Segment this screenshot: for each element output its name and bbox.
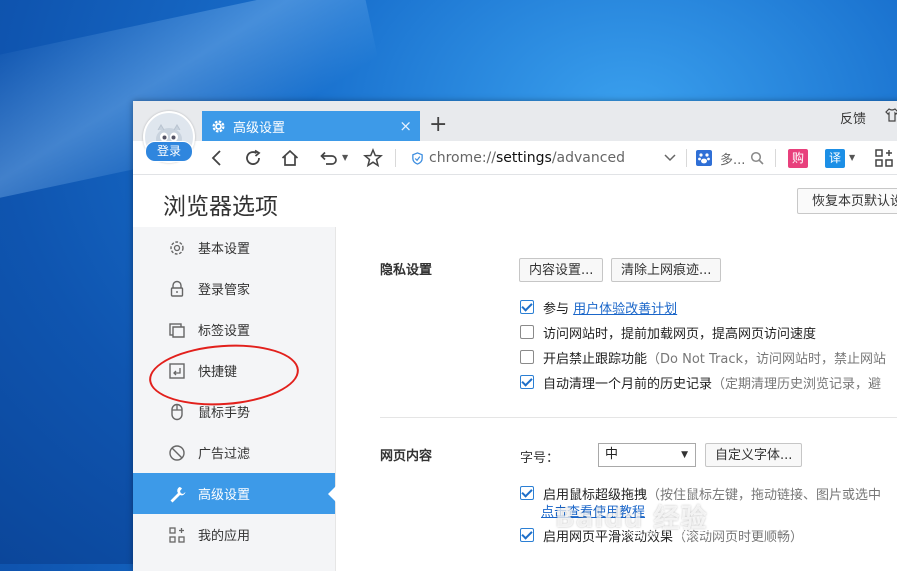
sidebar-item-label: 高级设置 <box>198 488 251 503</box>
url-scheme: chrome:// <box>429 150 496 166</box>
url-host: settings <box>496 150 552 166</box>
navigation-toolbar: ▼ chrome://settings/advanced 多... 购 译 ▼ <box>133 141 897 175</box>
mouse-icon <box>171 403 183 420</box>
option-hint: （定期清理历史浏览记录，避 <box>712 376 882 392</box>
checkbox[interactable] <box>520 350 534 364</box>
sidebar-item-mouse-gestures[interactable]: 鼠标手势 <box>133 391 335 432</box>
toolbar-divider <box>686 149 687 167</box>
tab-advanced-settings[interactable]: 高级设置 × <box>202 111 420 141</box>
font-size-label: 字号： <box>520 451 560 466</box>
ux-plan-link[interactable]: 用户体验改善计划 <box>573 298 677 317</box>
watermark-url: jingyan.baidu.com <box>620 527 722 540</box>
option-text: 访问网站时，提前加载网页，提高网页访问速度 <box>543 326 817 342</box>
refresh-icon[interactable] <box>243 148 263 168</box>
option-hint: （Do Not Track，访问网站时，禁止网站 <box>647 351 887 367</box>
tab-close-icon[interactable]: × <box>399 117 412 135</box>
sidebar-item-tab-settings[interactable]: 标签设置 <box>133 309 335 350</box>
font-size-value: 中 <box>605 447 619 462</box>
checkbox[interactable] <box>520 375 534 389</box>
browser-window: 高级设置 × + 反馈 登录 ▼ chrome:// settings /adv… <box>133 101 897 571</box>
section-divider <box>380 417 897 418</box>
tabs-icon <box>169 322 185 338</box>
privacy-option-ux-plan: 参与 用户体验改善计划 <box>520 298 677 317</box>
shopping-icon[interactable]: 购 <box>788 149 808 168</box>
toolbar-divider <box>775 149 776 167</box>
sidebar-item-label: 我的应用 <box>198 529 251 544</box>
gear-icon <box>212 120 225 132</box>
privacy-option-auto-clear-history: 自动清理一个月前的历史记录 （定期清理历史浏览记录，避 <box>520 373 882 392</box>
sidebar-item-label: 鼠标手势 <box>198 406 251 421</box>
search-engine-label[interactable]: 多... <box>720 149 745 168</box>
sidebar-item-label: 广告过滤 <box>198 447 251 462</box>
option-text: 自动清理一个月前的历史记录 <box>543 376 713 392</box>
web-content-section-title: 网页内容 <box>380 449 433 464</box>
sidebar-item-label: 快捷键 <box>198 365 238 380</box>
block-icon <box>169 444 185 461</box>
new-tab-button[interactable]: + <box>429 113 447 137</box>
font-size-select[interactable]: 中 ▼ <box>598 443 696 467</box>
chevron-down-icon[interactable] <box>663 152 677 164</box>
feedback-button[interactable]: 反馈 <box>840 108 866 127</box>
chevron-down-icon[interactable]: ▼ <box>342 153 348 162</box>
sidebar-item-basic-settings[interactable]: 基本设置 <box>133 227 335 268</box>
title-bar: 高级设置 × + 反馈 <box>133 101 897 141</box>
page-title: 浏览器选项 <box>163 194 278 220</box>
settings-header: 浏览器选项 恢复本页默认设 <box>133 175 897 227</box>
sidebar-item-login-manager[interactable]: 登录管家 <box>133 268 335 309</box>
checkbox[interactable] <box>520 528 534 542</box>
option-text: 开启禁止跟踪功能 <box>543 351 648 367</box>
home-icon[interactable] <box>280 148 300 168</box>
content-settings-button[interactable]: 内容设置... <box>519 258 604 282</box>
apps-grid-icon <box>169 526 185 543</box>
gear-icon <box>170 240 184 255</box>
clear-history-button[interactable]: 清除上网痕迹... <box>611 258 722 282</box>
translate-icon[interactable]: 译 <box>825 149 845 168</box>
sidebar-item-label: 登录管家 <box>198 283 251 298</box>
privacy-section-title: 隐私设置 <box>380 263 433 278</box>
back-icon[interactable] <box>207 148 227 168</box>
sidebar-item-label: 标签设置 <box>198 324 251 339</box>
checkbox[interactable] <box>520 300 534 314</box>
paw-search-icon[interactable] <box>696 150 712 166</box>
tab-title: 高级设置 <box>233 120 286 136</box>
url-path: /advanced <box>551 150 625 166</box>
apps-grid-icon[interactable] <box>874 148 894 168</box>
chevron-down-icon: ▼ <box>681 450 688 460</box>
lock-icon <box>170 280 184 297</box>
settings-sidebar: 基本设置 登录管家 标签设置 快捷键 鼠标手势 广告过滤 高级设置 我的应用 <box>133 227 336 571</box>
sidebar-item-label: 基本设置 <box>198 242 251 257</box>
toolbar-divider <box>395 149 396 167</box>
sidebar-item-shortcuts[interactable]: 快捷键 <box>133 350 335 391</box>
shield-icon <box>412 152 423 165</box>
login-button[interactable]: 登录 <box>145 141 193 162</box>
star-icon[interactable] <box>363 148 383 168</box>
wrench-icon <box>170 486 186 502</box>
privacy-option-preload: 访问网站时，提前加载网页，提高网页访问速度 <box>520 323 817 342</box>
checkbox[interactable] <box>520 325 534 339</box>
keyboard-shortcut-icon <box>169 362 185 379</box>
sidebar-item-my-apps[interactable]: 我的应用 <box>133 514 335 555</box>
privacy-option-do-not-track: 开启禁止跟踪功能 （Do Not Track，访问网站时，禁止网站 <box>520 348 887 367</box>
search-icon[interactable] <box>750 151 764 165</box>
reset-defaults-button[interactable]: 恢复本页默认设 <box>797 188 897 214</box>
sidebar-item-advanced-settings[interactable]: 高级设置 <box>133 473 336 514</box>
option-text: 参与 <box>543 301 574 317</box>
sidebar-item-ad-filter[interactable]: 广告过滤 <box>133 432 335 473</box>
chevron-down-icon[interactable]: ▼ <box>849 153 855 162</box>
undo-close-tab-icon[interactable] <box>317 148 337 168</box>
checkbox[interactable] <box>520 486 534 500</box>
custom-font-button[interactable]: 自定义字体... <box>705 443 803 467</box>
skin-icon[interactable] <box>885 108 897 122</box>
